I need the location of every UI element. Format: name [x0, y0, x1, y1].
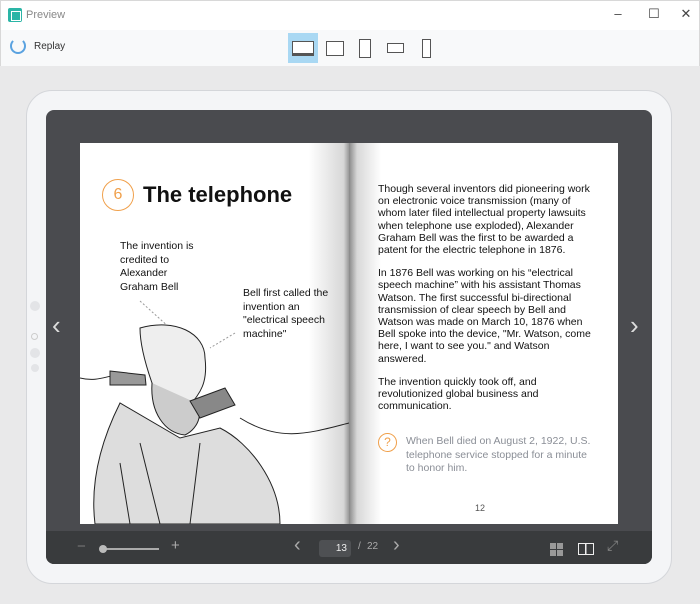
toolbar: Replay [0, 30, 700, 66]
book-viewer: 6 The telephone The invention is credite… [46, 110, 652, 564]
bottom-controls: − + ‹ 13 / 22 › ⤢ [46, 531, 652, 564]
paragraph: Though several inventors did pioneering … [378, 183, 590, 257]
device-tablet-portrait-button[interactable] [350, 33, 380, 63]
thumbnails-grid-icon[interactable] [550, 543, 563, 556]
tablet-side-button [31, 364, 39, 372]
body-text: Though several inventors did pioneering … [378, 183, 593, 423]
left-page: 6 The telephone The invention is credite… [80, 143, 349, 524]
next-page-arrow[interactable]: › [630, 310, 639, 341]
app-icon [8, 8, 22, 22]
note-text: When Bell died on August 2, 1922, U.S. t… [406, 435, 591, 474]
tablet-landscape-icon [326, 40, 344, 56]
tablet-side-button [30, 301, 40, 311]
right-page: Though several inventors did pioneering … [349, 143, 618, 524]
device-desktop-button[interactable] [288, 33, 318, 63]
book-view-icon[interactable] [578, 543, 594, 555]
next-page-button[interactable]: › [393, 534, 400, 557]
total-pages: 22 [367, 541, 379, 552]
page-number-input[interactable]: 13 [319, 540, 351, 557]
page-number: 12 [475, 503, 486, 513]
minimize-button[interactable]: – [608, 6, 628, 21]
desktop-icon [292, 40, 314, 56]
zoom-out-button[interactable]: − [77, 538, 86, 555]
zoom-slider-handle[interactable] [99, 545, 107, 553]
phone-portrait-icon [421, 38, 431, 58]
bell-illustration [80, 300, 349, 524]
zoom-slider[interactable] [102, 548, 159, 550]
title-bar: Preview – ☐ ✕ [0, 0, 700, 30]
replay-button[interactable]: Replay [10, 38, 65, 54]
replay-icon [10, 38, 26, 54]
prev-page-arrow[interactable]: ‹ [52, 310, 61, 341]
question-icon: ? [378, 433, 397, 452]
close-button[interactable]: ✕ [676, 6, 696, 22]
maximize-button[interactable]: ☐ [644, 6, 664, 22]
zoom-in-button[interactable]: + [171, 537, 180, 554]
replay-label: Replay [34, 40, 66, 52]
paragraph: The invention quickly took off, and revo… [378, 375, 539, 413]
prev-page-button[interactable]: ‹ [294, 534, 301, 557]
paragraph: In 1876 Bell was working on his “electri… [378, 267, 591, 365]
device-phone-portrait-button[interactable] [411, 33, 441, 63]
page-separator: / [358, 541, 361, 552]
tablet-portrait-icon [359, 38, 371, 58]
tablet-camera [31, 333, 38, 340]
device-tablet-landscape-button[interactable] [320, 33, 350, 63]
fullscreen-icon[interactable]: ⤢ [607, 537, 618, 554]
tablet-side-button [30, 348, 40, 358]
phone-landscape-icon [386, 43, 404, 53]
window-title: Preview [26, 9, 66, 21]
device-phone-landscape-button[interactable] [380, 33, 410, 63]
